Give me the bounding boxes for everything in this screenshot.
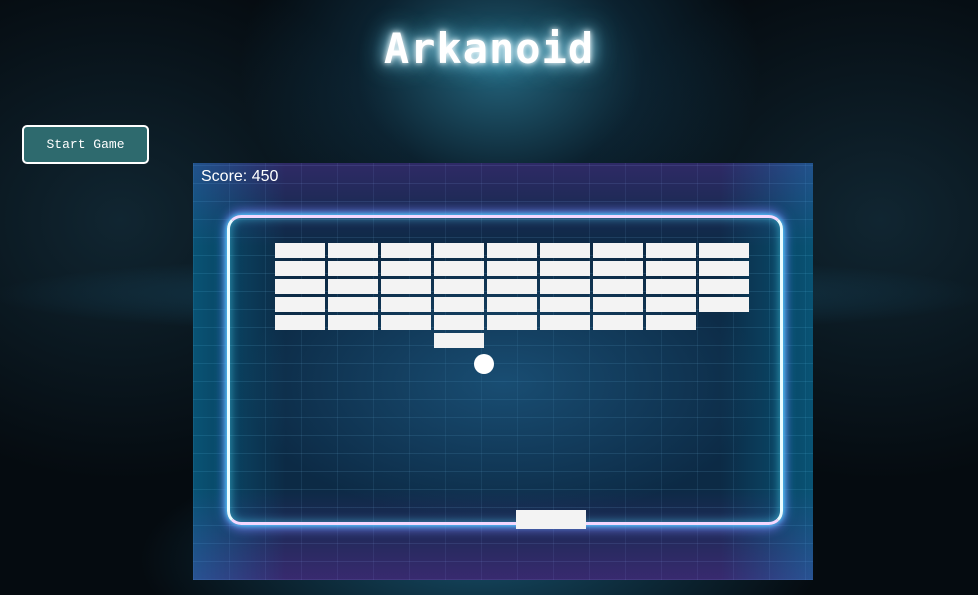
brick [381,297,431,312]
brick [540,261,590,276]
brick [593,297,643,312]
brick [593,315,643,330]
brick [699,297,749,312]
brick [540,315,590,330]
brick [540,279,590,294]
score-display: Score: 450 [201,168,278,186]
brick [328,243,378,258]
brick [381,243,431,258]
brick [275,261,325,276]
brick [381,315,431,330]
brick [434,243,484,258]
brick [275,279,325,294]
brick [487,243,537,258]
brick [328,315,378,330]
ball [474,354,494,374]
start-game-button[interactable]: Start Game [22,125,149,164]
brick [487,261,537,276]
brick [593,279,643,294]
brick [434,315,484,330]
brick [646,315,696,330]
brick [646,243,696,258]
score-value: 450 [251,168,279,185]
brick [593,261,643,276]
brick [699,261,749,276]
brick [646,297,696,312]
score-label: Score: [201,168,252,185]
brick [328,297,378,312]
brick [434,297,484,312]
game-title: Arkanoid [383,24,595,73]
brick [275,297,325,312]
paddle[interactable] [516,510,586,529]
brick [699,279,749,294]
brick [646,261,696,276]
brick [540,297,590,312]
brick [275,243,325,258]
brick [646,279,696,294]
brick [540,243,590,258]
brick [487,297,537,312]
brick [487,315,537,330]
brick [487,279,537,294]
brick [381,279,431,294]
game-canvas[interactable]: Score: 450 [193,163,813,580]
brick [381,261,431,276]
brick [434,333,484,348]
brick [593,243,643,258]
brick [328,279,378,294]
brick [434,279,484,294]
brick [699,243,749,258]
brick [328,261,378,276]
brick [434,261,484,276]
brick [275,315,325,330]
